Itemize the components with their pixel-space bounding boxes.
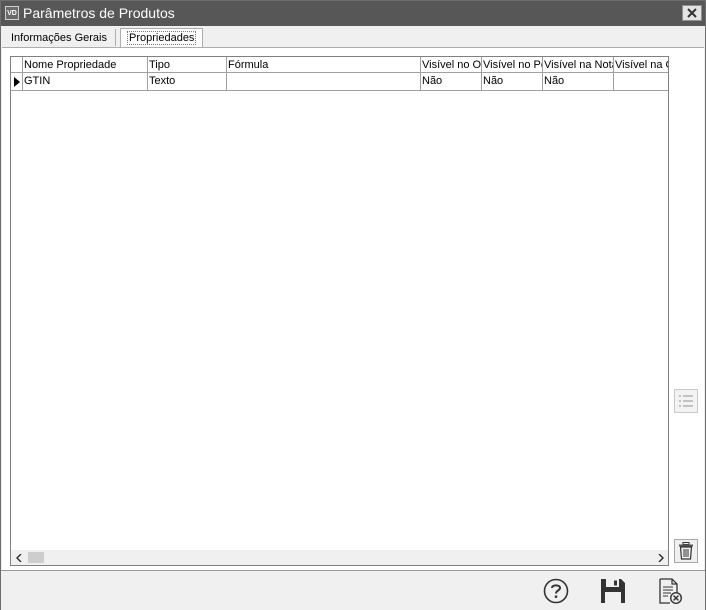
scroll-left-button[interactable] (11, 550, 26, 565)
horizontal-scrollbar[interactable] (11, 550, 668, 565)
table-row[interactable]: GTIN Texto Não Não Não (11, 73, 668, 91)
properties-panel: Nome Propriedade Tipo Fórmula Visível no… (2, 47, 704, 570)
close-icon (687, 8, 697, 18)
footer-toolbar (1, 570, 705, 610)
chevron-right-icon (657, 553, 664, 562)
window-title: Parâmetros de Produtos (23, 5, 175, 21)
column-header-visivel-orcamento[interactable]: Visível no Orçamento (421, 57, 482, 73)
cancel-document-icon (659, 578, 682, 604)
cell-tipo[interactable]: Texto (148, 73, 227, 91)
tab-label: Propriedades (127, 31, 197, 45)
window: VD Parâmetros de Produtos Informações Ge… (0, 0, 706, 610)
title-bar: VD Parâmetros de Produtos (1, 1, 705, 26)
grid-header: Nome Propriedade Tipo Fórmula Visível no… (11, 57, 668, 73)
column-header-formula[interactable]: Fórmula (227, 57, 421, 73)
list-button[interactable] (674, 389, 698, 413)
cell-visivel-pedido[interactable]: Não (482, 73, 543, 91)
column-header-visivel-nota[interactable]: Visível na Nota (543, 57, 614, 73)
help-icon (543, 578, 569, 604)
close-button[interactable] (682, 5, 702, 21)
cell-visivel-nota[interactable]: Não (543, 73, 614, 91)
properties-grid[interactable]: Nome Propriedade Tipo Fórmula Visível no… (10, 56, 669, 566)
save-button[interactable] (599, 577, 627, 605)
header-indicator (11, 57, 23, 73)
list-icon (679, 395, 693, 407)
trash-icon (679, 542, 693, 560)
help-button[interactable] (542, 577, 570, 605)
cell-formula[interactable] (227, 73, 421, 91)
tab-informacoes-gerais[interactable]: Informações Gerais (6, 29, 112, 47)
current-row-arrow-icon (14, 77, 20, 87)
column-header-visivel-pedido[interactable]: Visível no Pedido (482, 57, 543, 73)
column-header-nome-propriedade[interactable]: Nome Propriedade (23, 57, 148, 73)
cancel-button[interactable] (656, 577, 684, 605)
tab-divider (115, 29, 116, 46)
delete-button[interactable] (674, 539, 698, 563)
scroll-right-button[interactable] (653, 550, 668, 565)
cell-visivel-outro[interactable] (614, 73, 668, 91)
cell-nome-propriedade[interactable]: GTIN (23, 73, 148, 91)
scroll-thumb[interactable] (28, 552, 44, 563)
chevron-left-icon (15, 553, 22, 562)
column-header-tipo[interactable]: Tipo (148, 57, 227, 73)
tab-bar: Informações Gerais Propriedades (1, 26, 705, 49)
save-icon (601, 579, 625, 603)
row-indicator (11, 73, 23, 91)
tab-propriedades[interactable]: Propriedades (120, 28, 204, 49)
cell-visivel-orcamento[interactable]: Não (421, 73, 482, 91)
column-header-visivel-outro[interactable]: Visível na O (614, 57, 668, 73)
tab-label: Informações Gerais (11, 32, 107, 44)
app-icon: VD (5, 6, 19, 20)
